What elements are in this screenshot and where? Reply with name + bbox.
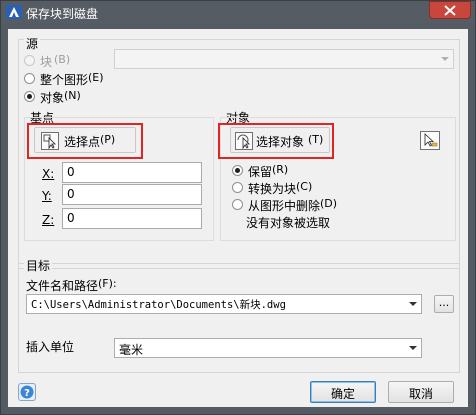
y-input-value: 0 [67, 187, 75, 201]
close-icon [444, 5, 456, 16]
radio-objects[interactable]: 对象 (N) [24, 89, 114, 105]
radio-delete-key: (D) [320, 197, 338, 210]
help-icon: ? [20, 385, 34, 399]
radio-delete-from-drawing[interactable]: 从图形中删除 (D) [232, 197, 352, 213]
browse-label: ... [438, 296, 450, 309]
z-input[interactable]: 0 [62, 208, 202, 229]
radio-convert-key: (C) [296, 180, 313, 193]
path-value: C:\Users\Administrator\Documents\新块.dwg [31, 299, 286, 311]
chevron-down-icon [441, 57, 449, 61]
radio-convert-label: 转换为块 [248, 182, 297, 196]
y-input[interactable]: 0 [62, 184, 202, 205]
insert-units-combo[interactable]: 毫米 [114, 338, 422, 358]
radio-convert-circle[interactable] [232, 182, 243, 193]
quick-select-icon [424, 133, 438, 147]
radio-block[interactable]: 块 (B) [24, 53, 114, 69]
y-label: Y: [42, 189, 52, 203]
radio-retain[interactable]: 保留 (R) [232, 163, 312, 179]
window-title: 保存块到磁盘 [26, 7, 99, 21]
destination-group-title: 目标 [24, 257, 53, 274]
chevron-down-icon [409, 346, 417, 350]
cancel-label: 取消 [408, 387, 433, 401]
z-input-value: 0 [67, 211, 75, 225]
path-combo[interactable]: C:\Users\Administrator\Documents\新块.dwg [26, 294, 422, 314]
title-bar[interactable]: 保存块到磁盘 [1, 1, 475, 23]
radio-retain-label: 保留 [248, 165, 273, 179]
radio-objects-circle[interactable] [24, 91, 35, 102]
radio-retain-circle[interactable] [232, 165, 243, 176]
radio-block-label: 块 [40, 55, 53, 69]
radio-delete-circle[interactable] [232, 199, 243, 210]
source-group-title: 源 [24, 35, 41, 52]
objects-status-text: 没有对象被选取 [246, 216, 331, 230]
insert-units-label: 插入单位 [26, 340, 75, 354]
ok-label: 确定 [330, 387, 355, 401]
radio-objects-key: (N) [64, 89, 81, 102]
browse-button[interactable]: ... [434, 295, 454, 313]
radio-entire-drawing-key: (E) [88, 71, 104, 84]
path-key: (F): [98, 277, 117, 290]
radio-convert-to-block[interactable]: 转换为块 (C) [232, 180, 332, 196]
radio-entire-drawing-circle[interactable] [24, 73, 35, 84]
dialog-body: 源 块 (B) 整个图形 (E) 对象 (N) 基点 选择点 (P) X: 0 … [8, 29, 468, 407]
close-button[interactable] [429, 1, 471, 19]
pick-point-highlight [27, 123, 143, 159]
app-logo-icon [6, 5, 22, 19]
help-button[interactable]: ? [18, 383, 36, 401]
radio-block-circle[interactable] [24, 55, 35, 66]
radio-retain-key: (R) [272, 163, 289, 176]
ok-button[interactable]: 确定 [310, 381, 376, 403]
x-label: X: [42, 167, 55, 181]
svg-text:?: ? [24, 388, 30, 399]
radio-objects-label: 对象 [40, 91, 65, 105]
radio-entire-drawing[interactable]: 整个图形 (E) [24, 71, 134, 87]
x-input-value: 0 [67, 165, 75, 179]
chevron-down-icon [409, 302, 417, 306]
insert-units-value: 毫米 [119, 343, 144, 357]
dialog-window: 保存块到磁盘 源 块 (B) 整个图形 (E) 对象 (N) 基点 选择点 (P… [0, 0, 476, 415]
radio-entire-drawing-label: 整个图形 [40, 73, 89, 87]
cancel-button[interactable]: 取消 [388, 381, 454, 403]
x-input[interactable]: 0 [62, 162, 202, 183]
radio-delete-label: 从图形中删除 [248, 199, 321, 213]
z-label: Z: [42, 213, 55, 227]
block-name-combo[interactable] [114, 49, 454, 69]
select-objects-highlight [218, 123, 334, 159]
quick-select-button[interactable] [420, 131, 440, 150]
path-label: 文件名和路径 [26, 279, 99, 293]
radio-block-key: (B) [54, 53, 71, 66]
